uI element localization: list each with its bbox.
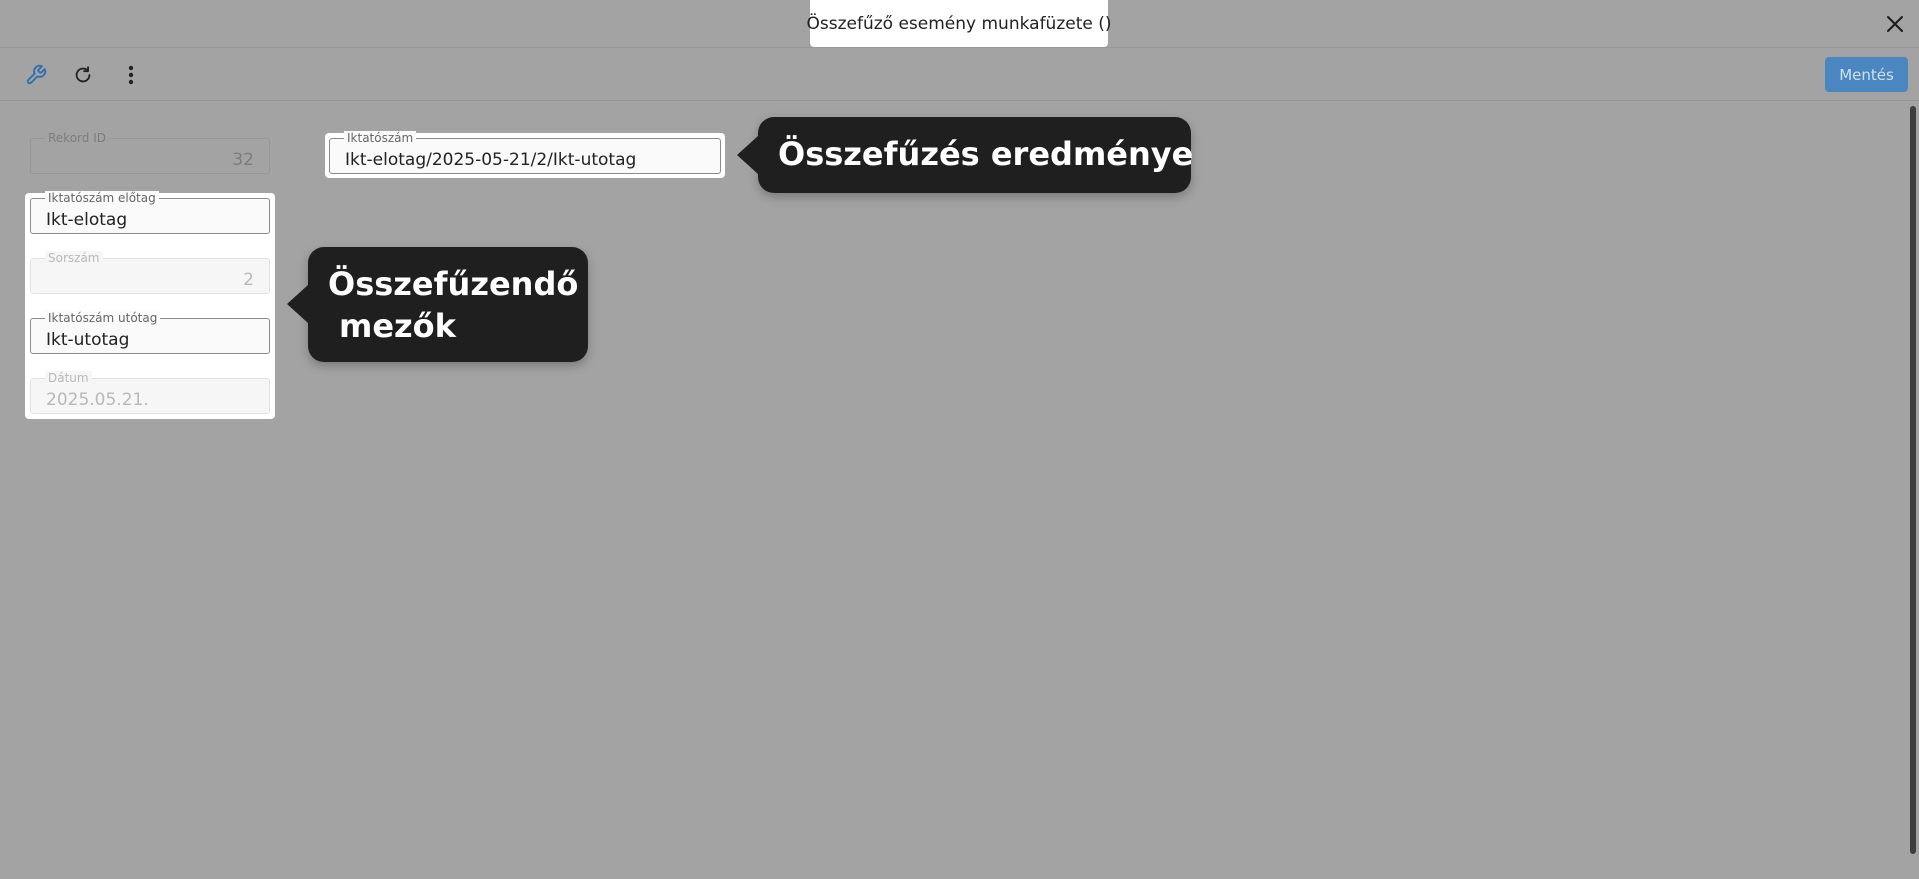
more-vert-icon	[128, 65, 134, 85]
suffix-label: Iktatószám utótag	[45, 311, 161, 325]
datum-field: Dátum 2025.05.21.	[30, 371, 270, 414]
window-title: Összefűző esemény munkafüzete ()	[807, 0, 1112, 47]
wrench-icon	[26, 64, 47, 85]
record-id-label: Rekord ID	[45, 131, 109, 145]
refresh-icon	[75, 66, 91, 83]
datum-value: 2025.05.21.	[46, 390, 149, 410]
fields-callout: Összefűzendő mezők	[287, 247, 588, 362]
prefix-value: Ikt-elotag	[46, 210, 128, 230]
sorszam-field: Sorszám 2	[30, 251, 270, 294]
record-id-value: 32	[232, 150, 254, 170]
workbook-window: Összefűző esemény munkafüzete () Mentés …	[0, 0, 1919, 879]
sorszam-value: 2	[243, 270, 254, 290]
toolbar: Mentés	[0, 48, 1919, 101]
settings-button[interactable]	[21, 60, 51, 90]
suffix-field[interactable]: Iktatószám utótag Ikt-utotag	[30, 311, 270, 354]
vertical-scrollbar[interactable]	[1910, 106, 1916, 854]
fields-callout-line1: Összefűzendő	[328, 265, 579, 303]
sorszam-label: Sorszám	[45, 251, 103, 265]
callout-arrow	[737, 136, 758, 174]
suffix-value: Ikt-utotag	[46, 330, 130, 350]
iktatoszam-label: Iktatószám	[344, 131, 417, 145]
refresh-button[interactable]	[68, 60, 98, 90]
datum-label: Dátum	[45, 371, 92, 385]
more-options-button[interactable]	[116, 60, 146, 90]
result-callout: Összefűzés eredménye	[737, 117, 1194, 193]
iktatoszam-value: Ikt-elotag/2025-05-21/2/Ikt-utotag	[345, 150, 637, 170]
close-icon	[1887, 16, 1903, 32]
result-callout-text: Összefűzés eredménye	[778, 135, 1194, 173]
prefix-field[interactable]: Iktatószám előtag Ikt-elotag	[30, 191, 270, 234]
record-id-field: Rekord ID 32	[30, 131, 270, 174]
callout-arrow	[287, 285, 308, 323]
close-button[interactable]	[1881, 10, 1909, 38]
fields-callout-line2: mezők	[339, 307, 456, 345]
title-bar: Összefűző esemény munkafüzete ()	[0, 0, 1919, 48]
iktatoszam-field[interactable]: Iktatószám Ikt-elotag/2025-05-21/2/Ikt-u…	[329, 131, 721, 174]
save-button[interactable]: Mentés	[1825, 57, 1908, 92]
prefix-label: Iktatószám előtag	[45, 191, 159, 205]
